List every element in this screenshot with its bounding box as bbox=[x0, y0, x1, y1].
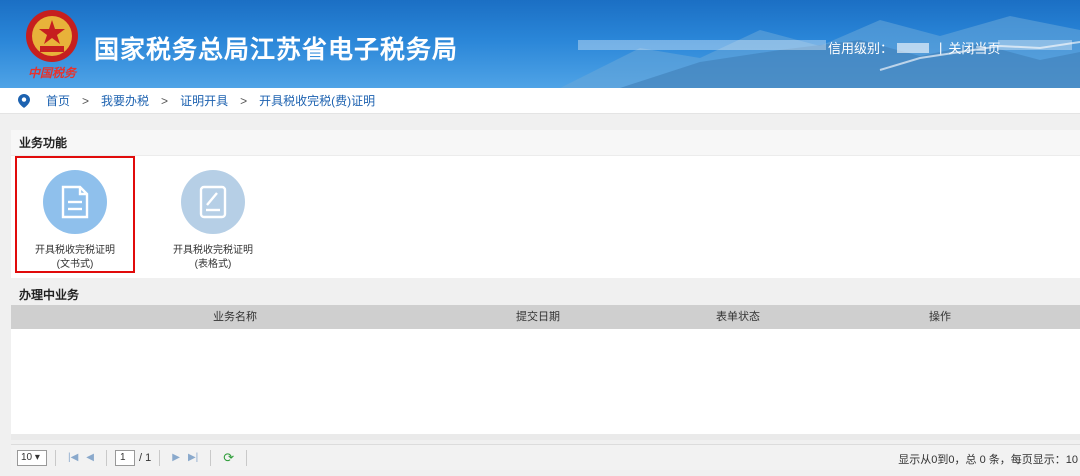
separator: | bbox=[939, 40, 943, 55]
breadcrumb-separator: > bbox=[161, 93, 169, 108]
in-progress-title: 办理中业务 bbox=[19, 288, 80, 302]
location-pin-icon bbox=[18, 93, 30, 108]
function-document-style-certificate[interactable]: 开具税收完税证明 (文书式) bbox=[15, 156, 135, 273]
header-banner: 中国税务 国家税务总局江苏省电子税务局 信用级别： | 关闭当页 bbox=[0, 0, 1080, 88]
column-submit-date[interactable]: 提交日期 bbox=[516, 305, 560, 329]
divider bbox=[106, 449, 107, 466]
breadcrumb-certificate-issue[interactable]: 证明开具 bbox=[180, 92, 228, 109]
divider bbox=[246, 449, 248, 466]
first-page-icon[interactable]: |◀ bbox=[68, 452, 78, 463]
pager-info: 显示从0到0，总 0 条，每页显示：10 bbox=[898, 454, 1078, 466]
prev-page-icon[interactable]: ◀ bbox=[86, 452, 94, 463]
form-edit-icon bbox=[181, 170, 245, 234]
top-right-links: 信用级别： | 关闭当页 bbox=[828, 38, 1000, 57]
last-page-icon[interactable]: ▶| bbox=[188, 452, 198, 463]
credit-level-value bbox=[897, 42, 930, 53]
pager: 10 ▾ |◀ ◀ 1 / 1 ▶ ▶| ⟳ 显示从0到0，总 0 条，每页显示… bbox=[11, 444, 1080, 470]
divider bbox=[210, 449, 212, 466]
tax-emblem-icon bbox=[26, 10, 78, 62]
function-label: 开具税收完税证明 (文书式) bbox=[35, 245, 115, 270]
breadcrumb-separator: > bbox=[82, 93, 90, 108]
column-business-name[interactable]: 业务名称 bbox=[213, 305, 257, 329]
page-number-input[interactable]: 1 bbox=[115, 449, 135, 466]
table-header: 业务名称 提交日期 表单状态 操作 bbox=[11, 305, 1080, 329]
divider bbox=[159, 449, 161, 466]
column-operation[interactable]: 操作 bbox=[929, 305, 951, 329]
business-functions-title: 业务功能 bbox=[11, 130, 1080, 156]
document-icon bbox=[43, 170, 107, 234]
site-title: 国家税务总局江苏省电子税务局 bbox=[94, 36, 459, 64]
breadcrumb: 首页 > 我要办税 > 证明开具 > 开具税收完税(费)证明 bbox=[0, 88, 1080, 114]
page-total: / 1 bbox=[139, 451, 152, 464]
breadcrumb-home[interactable]: 首页 bbox=[46, 92, 70, 109]
horizontal-scrollbar[interactable] bbox=[11, 434, 1080, 440]
business-functions-panel: 业务功能 开具税收完税证明 (文书式) 开具税收完税证明 (表格式) bbox=[11, 130, 1080, 278]
breadcrumb-tax-handling[interactable]: 我要办税 bbox=[101, 92, 149, 109]
in-progress-table: 业务名称 提交日期 表单状态 操作 bbox=[11, 305, 1080, 440]
slogan-logo: 中国税务 bbox=[28, 66, 77, 80]
breadcrumb-current[interactable]: 开具税收完税(费)证明 bbox=[259, 92, 375, 109]
page-size-select[interactable]: 10 ▾ bbox=[17, 449, 47, 466]
breadcrumb-separator: > bbox=[240, 93, 248, 108]
divider bbox=[55, 449, 56, 466]
credit-level-label: 信用级别： bbox=[828, 41, 894, 56]
next-page-icon[interactable]: ▶ bbox=[172, 452, 180, 463]
function-label: 开具税收完税证明 (表格式) bbox=[173, 245, 253, 270]
function-table-style-certificate[interactable]: 开具税收完税证明 (表格式) bbox=[155, 170, 271, 272]
close-page-link[interactable]: 关闭当页 bbox=[948, 38, 1000, 57]
refresh-icon[interactable]: ⟳ bbox=[223, 450, 234, 466]
column-form-status[interactable]: 表单状态 bbox=[716, 305, 760, 329]
